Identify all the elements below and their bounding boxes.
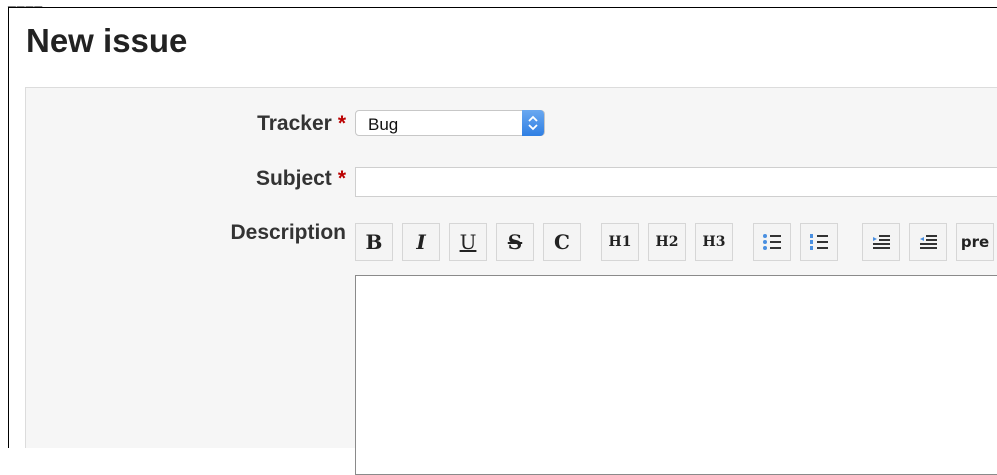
bulleted-list-icon: [761, 231, 783, 253]
required-mark: *: [337, 167, 346, 190]
subject-input[interactable]: [355, 167, 997, 197]
underline-button[interactable]: U: [449, 223, 487, 261]
bold-button[interactable]: B: [355, 223, 393, 261]
tracker-select-value: Bug: [368, 115, 399, 134]
unordered-list-button[interactable]: [753, 223, 791, 261]
ordered-list-button[interactable]: [800, 223, 838, 261]
issue-form: Tracker * Bug Subject * Description B I …: [25, 87, 997, 475]
heading-2-button-label: H2: [655, 234, 679, 250]
numbered-list-icon: [808, 231, 830, 253]
strikethrough-button[interactable]: S: [496, 223, 534, 261]
heading-3-button-label: H3: [702, 234, 726, 250]
preformatted-button-label: pre: [960, 233, 990, 251]
page-frame: New issue Tracker * Bug Subject * Descri…: [8, 7, 997, 475]
description-label: Description: [230, 221, 346, 244]
code-button[interactable]: C: [543, 223, 581, 261]
heading-3-button[interactable]: H3: [695, 223, 733, 261]
unquote-button[interactable]: [909, 223, 947, 261]
quote-button[interactable]: [862, 223, 900, 261]
tracker-label-text: Tracker: [257, 112, 332, 135]
underline-button-label: U: [459, 230, 477, 254]
preformatted-button[interactable]: pre: [956, 223, 994, 261]
heading-2-button[interactable]: H2: [648, 223, 686, 261]
description-textarea[interactable]: [355, 275, 997, 475]
subject-label: Subject *: [256, 167, 346, 191]
tracker-select[interactable]: Bug: [355, 110, 545, 136]
strikethrough-button-label: S: [507, 230, 523, 254]
italic-button-label: I: [416, 230, 426, 254]
tracker-label: Tracker *: [257, 112, 346, 136]
select-arrows-icon: [522, 110, 544, 136]
italic-button[interactable]: I: [402, 223, 440, 261]
required-mark: *: [337, 112, 346, 135]
editor-toolbar: B I U S C H1 H2 H3 pre: [355, 223, 997, 263]
heading-1-button[interactable]: H1: [601, 223, 639, 261]
bold-button-label: B: [365, 230, 383, 254]
outdent-icon: [917, 231, 939, 253]
heading-1-button-label: H1: [608, 234, 632, 250]
page-title: New issue: [26, 22, 188, 59]
code-button-label: C: [554, 230, 570, 254]
subject-label-text: Subject: [255, 167, 332, 190]
indent-icon: [870, 231, 892, 253]
